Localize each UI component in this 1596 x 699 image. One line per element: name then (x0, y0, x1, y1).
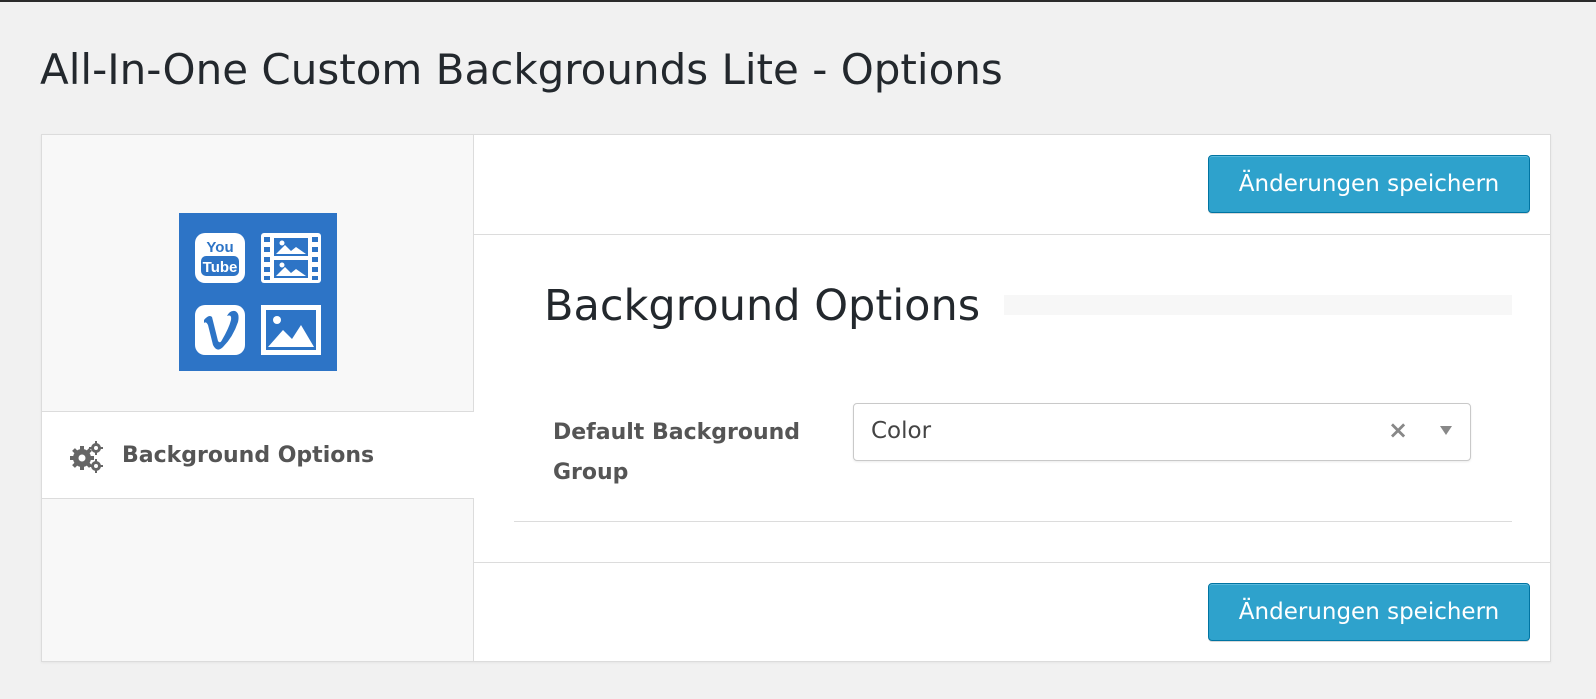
page-title: All-In-One Custom Backgrounds Lite - Opt… (40, 45, 1003, 94)
row-divider (514, 521, 1512, 522)
options-panel: You Tube Background Options Änderungen s… (41, 134, 1551, 662)
default-background-group-label: Default Background Group (553, 420, 801, 485)
gears-icon (70, 440, 104, 474)
top-toolbar: Änderungen speichern (474, 135, 1550, 235)
sidebar-item-label: Background Options (122, 443, 375, 468)
main-content: Änderungen speichern Background Options … (474, 135, 1550, 661)
default-background-group-select[interactable]: Color × (853, 403, 1471, 461)
vimeo-icon (195, 305, 245, 355)
section-title: Background Options (544, 281, 981, 331)
sidebar: You Tube Background Options (42, 135, 474, 661)
svg-text:Tube: Tube (203, 259, 238, 276)
save-changes-button-bottom[interactable]: Änderungen speichern (1208, 583, 1530, 641)
save-changes-button-top[interactable]: Änderungen speichern (1208, 155, 1530, 213)
plugin-logo: You Tube (179, 213, 337, 371)
chevron-down-icon[interactable] (1440, 426, 1452, 435)
clear-icon[interactable]: × (1388, 416, 1408, 444)
image-icon (261, 305, 321, 355)
sidebar-item-background-options[interactable]: Background Options (42, 411, 474, 499)
svg-text:You: You (206, 239, 233, 256)
select-value: Color (871, 418, 932, 444)
film-icon (261, 233, 321, 283)
bottom-toolbar: Änderungen speichern (474, 562, 1550, 661)
youtube-icon: You Tube (195, 233, 245, 283)
top-border (0, 0, 1596, 2)
section-title-rule (1004, 295, 1512, 315)
